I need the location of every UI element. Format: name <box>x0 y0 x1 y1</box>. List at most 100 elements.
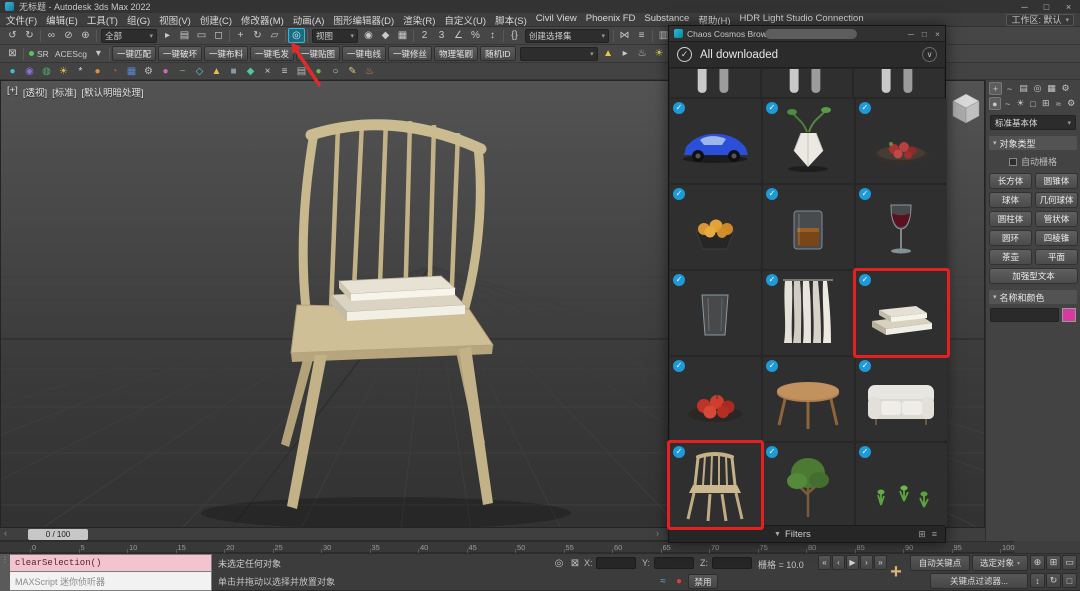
maxscript-mini-listener[interactable]: MAXScript 迷你侦听器 <box>0 572 212 591</box>
redo-button[interactable]: ↻ <box>21 28 38 43</box>
chevron-down-icon[interactable]: ▾ <box>90 46 107 61</box>
percent-snap-toggle[interactable]: % <box>467 28 484 43</box>
primitive-button-圆环[interactable]: 圆环 <box>989 230 1032 246</box>
primitive-button-平面[interactable]: 平面 <box>1035 249 1078 265</box>
light-icon[interactable]: ☀ <box>651 46 668 61</box>
zoom-region-button[interactable]: ▭ <box>1062 555 1077 570</box>
cosmos-title-bar[interactable]: Chaos Cosmos Browser ─ □ × <box>669 26 945 42</box>
sphere-pink-icon[interactable]: ● <box>157 64 174 79</box>
time-slider[interactable]: ‹ 0 / 100 › <box>0 528 668 541</box>
sphere-violet-icon[interactable]: ◉ <box>21 64 38 79</box>
align-button[interactable]: ≡ <box>633 28 650 43</box>
chaos-cosmos-browser-button[interactable]: ◎ <box>288 28 305 43</box>
selected-check-icon[interactable]: ✓ <box>673 188 685 200</box>
primitive-type-dropdown[interactable]: 标准基本体 ▾ <box>990 115 1076 130</box>
menu-item-1[interactable]: 编辑(E) <box>46 13 78 27</box>
cross-icon[interactable]: × <box>259 64 276 79</box>
listener-drag-handle-icon[interactable]: ⋮ <box>0 554 10 591</box>
snap-toggle-3d[interactable]: 3 <box>433 28 450 43</box>
create-tab[interactable]: + <box>989 82 1002 95</box>
panel-icon[interactable]: ▤ <box>293 64 310 79</box>
asset-apple-plate[interactable]: ✓ <box>670 357 761 441</box>
space-warps-category[interactable]: ≈ <box>1053 97 1065 110</box>
filters-button[interactable]: ▼ Filters <box>774 529 811 540</box>
one-key-trim-button[interactable]: 一键修丝 <box>388 46 432 61</box>
primitive-button-圆柱体[interactable]: 圆柱体 <box>989 211 1032 227</box>
menu-item-6[interactable]: 修改器(M) <box>241 13 284 27</box>
menu-item-4[interactable]: 视图(V) <box>159 13 191 27</box>
selected-check-icon[interactable]: ✓ <box>859 188 871 200</box>
one-key-hair-button[interactable]: 一键毛发 <box>250 46 294 61</box>
spinner-snap-toggle[interactable]: ↕ <box>484 28 501 43</box>
menu-item-10[interactable]: 自定义(U) <box>444 13 486 27</box>
close-button[interactable]: × <box>1062 2 1075 12</box>
auto-key-toggle[interactable]: 自动关键点 <box>910 555 970 571</box>
systems-category[interactable]: ⚙ <box>1065 97 1077 110</box>
object-type-rollout[interactable]: ▾ 对象类型 <box>989 136 1077 150</box>
time-slider-handle[interactable]: 0 / 100 <box>28 529 88 540</box>
helpers-category[interactable]: ⊞ <box>1040 97 1052 110</box>
asset-drinking-glass[interactable]: ✓ <box>670 271 761 355</box>
y-coordinate-field[interactable] <box>654 557 694 569</box>
maximize-button[interactable]: □ <box>1040 2 1053 12</box>
sphere-orange-icon[interactable]: ● <box>89 64 106 79</box>
menu-item-2[interactable]: 工具(T) <box>87 13 118 27</box>
sphere-green-icon[interactable]: ● <box>310 64 327 79</box>
one-key-cloth-button[interactable]: 一键布料 <box>204 46 248 61</box>
zoom-button[interactable]: ⊕ <box>1030 555 1045 570</box>
z-coordinate-field[interactable] <box>712 557 752 569</box>
one-key-wire-button[interactable]: 一键电线 <box>342 46 386 61</box>
asset-tree[interactable]: ✓ <box>763 443 854 527</box>
color-management-label[interactable]: ACEScg <box>52 49 90 59</box>
cosmos-search-pill[interactable] <box>765 29 857 39</box>
sun-icon[interactable]: ☀ <box>55 64 72 79</box>
motion-tab[interactable]: ◎ <box>1031 82 1044 95</box>
grid-blue-icon[interactable]: ▦ <box>123 64 140 79</box>
lights-category[interactable]: ☀ <box>1014 97 1026 110</box>
autogrid-checkbox[interactable] <box>1009 158 1017 166</box>
selected-check-icon[interactable]: ✓ <box>673 446 685 458</box>
selected-check-icon[interactable]: ✓ <box>859 360 871 372</box>
selected-check-icon[interactable]: ✓ <box>859 102 871 114</box>
warning-icon[interactable]: ▲ <box>600 46 617 61</box>
selected-check-icon[interactable]: ✓ <box>673 274 685 286</box>
cosmos-maximize-button[interactable]: □ <box>922 29 927 39</box>
menu-item-12[interactable]: Civil View <box>536 13 577 27</box>
one-key-match-button[interactable]: 一键匹配 <box>112 46 156 61</box>
modify-tab[interactable]: ~ <box>1003 82 1016 95</box>
use-pivot-point-button[interactable]: ◉ <box>360 28 377 43</box>
slider-left-arrow-icon[interactable]: ‹ <box>4 528 7 538</box>
workspace-selector[interactable]: 工作区: 默认 ▾ <box>1006 14 1074 26</box>
diamond-cyan-icon[interactable]: ◇ <box>191 64 208 79</box>
macro-recorder-line[interactable]: clearSelection() <box>0 554 212 572</box>
selected-check-icon[interactable]: ✓ <box>766 360 778 372</box>
next-frame-button[interactable]: › <box>860 555 873 570</box>
menu-item-8[interactable]: 图形编辑器(D) <box>333 13 394 27</box>
plugin-preset-dropdown[interactable]: ▾ <box>520 47 598 61</box>
select-object-button[interactable]: ▸ <box>159 28 176 43</box>
list-view-icon[interactable]: ≡ <box>932 529 937 540</box>
square-gray-icon[interactable]: ■ <box>225 64 242 79</box>
one-key-map-button[interactable]: 一键贴图 <box>296 46 340 61</box>
asset-fruit-basket[interactable]: ✓ <box>670 185 761 269</box>
cosmos-minimize-button[interactable]: ─ <box>908 29 914 39</box>
gear-icon[interactable]: ⚙ <box>140 64 157 79</box>
grid-view-icon[interactable]: ⊞ <box>918 529 926 540</box>
asset-sofa[interactable]: ✓ <box>856 357 947 441</box>
undo-button[interactable]: ↺ <box>4 28 21 43</box>
asset-wine-glass[interactable]: ✓ <box>856 185 947 269</box>
primitive-button-四棱锥[interactable]: 四棱锥 <box>1035 230 1078 246</box>
selected-check-icon[interactable]: ✓ <box>766 274 778 286</box>
selected-objects-dropdown[interactable]: 选定对象 ▾ <box>972 555 1028 571</box>
pencil-icon[interactable]: ✎ <box>344 64 361 79</box>
menu-item-11[interactable]: 脚本(S) <box>495 13 527 27</box>
rectangular-selection-region-button[interactable]: ▭ <box>193 28 210 43</box>
diamond-green-icon[interactable]: ◆ <box>242 64 259 79</box>
hierarchy-tab[interactable]: ▤ <box>1017 82 1030 95</box>
utilities-tab[interactable]: ⚙ <box>1059 82 1072 95</box>
asset-mannequin-1[interactable] <box>670 69 760 97</box>
asset-mannequin-3[interactable] <box>854 69 944 97</box>
sr-toggle[interactable]: SR <box>26 49 52 59</box>
asset-whiskey-glass[interactable]: ✓ <box>763 185 854 269</box>
menu-item-7[interactable]: 动画(A) <box>293 13 325 27</box>
